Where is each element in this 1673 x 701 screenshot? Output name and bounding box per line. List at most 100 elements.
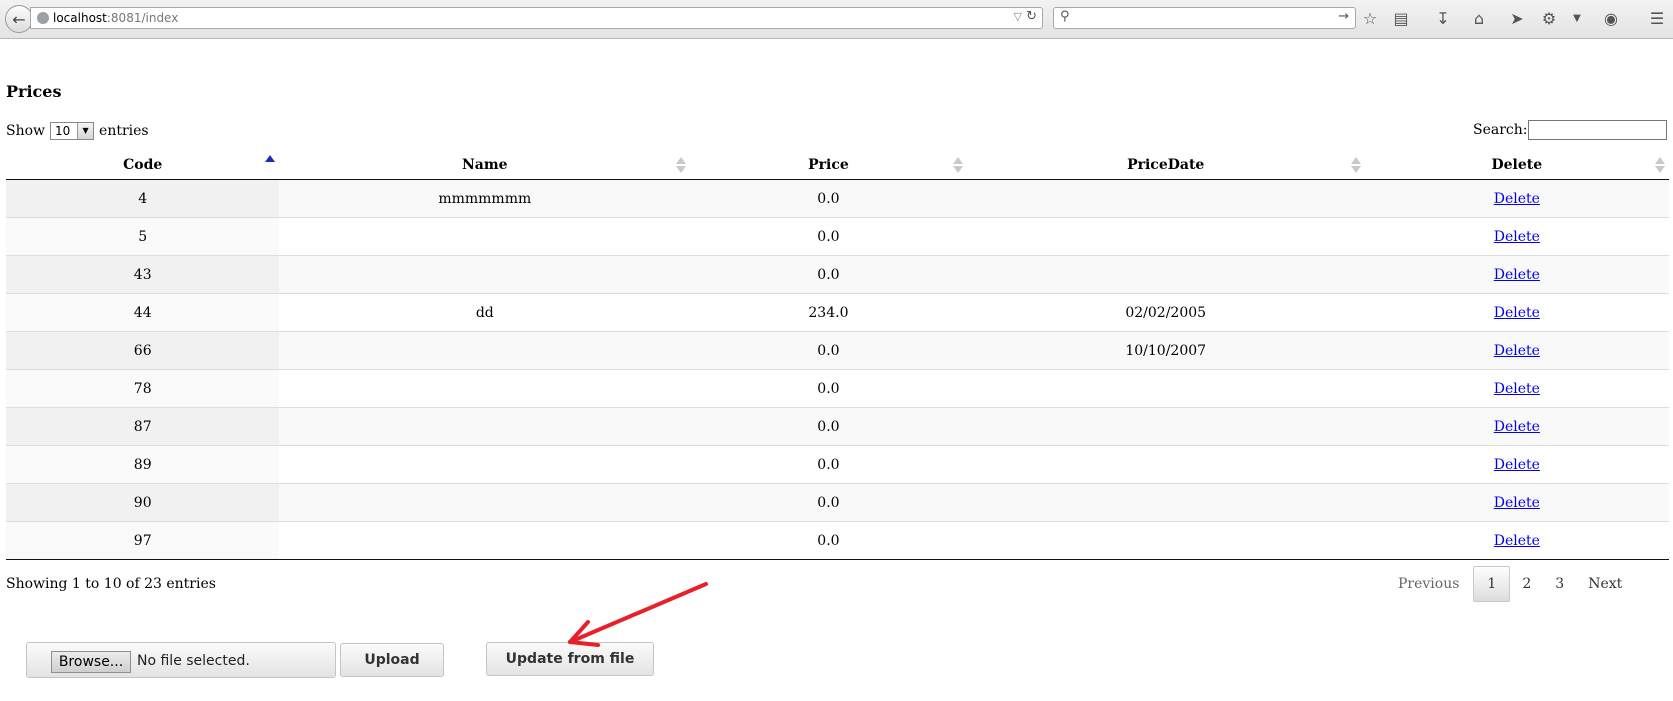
browser-search-bar[interactable]: ⚲ → — [1053, 7, 1356, 29]
cell-delete: Delete — [1364, 407, 1669, 446]
table-info-text: Showing 1 to 10 of 23 entries — [6, 576, 216, 592]
url-host: localhost — [53, 11, 107, 25]
cell-name — [279, 255, 691, 294]
cell-code: 43 — [6, 255, 280, 294]
cell-price: 0.0 — [690, 445, 967, 484]
browse-button[interactable]: Browse... — [51, 651, 131, 673]
table-row: 78 0.0 Delete — [6, 369, 1669, 408]
annotation-arrow-icon — [568, 582, 708, 647]
sort-both-icon — [952, 155, 963, 175]
cell-delete: Delete — [1364, 521, 1669, 560]
cell-price: 0.0 — [690, 331, 967, 370]
cell-code: 44 — [6, 293, 280, 332]
cell-delete: Delete — [1364, 331, 1669, 370]
cell-price: 0.0 — [690, 179, 967, 218]
search-go-arrow-icon[interactable]: → — [1338, 9, 1349, 24]
column-header-name[interactable]: Name — [279, 150, 691, 180]
cell-pricedate — [966, 445, 1365, 484]
back-arrow-icon[interactable]: ← — [5, 5, 33, 33]
table-row: 97 0.0 Delete — [6, 521, 1669, 560]
cell-name — [279, 369, 691, 408]
next-page-button[interactable]: Next — [1576, 567, 1634, 601]
column-header-pricedate[interactable]: PriceDate — [966, 150, 1365, 180]
page-button-2[interactable]: 2 — [1510, 567, 1543, 601]
delete-link[interactable]: Delete — [1494, 305, 1540, 321]
column-header-label: Price — [808, 156, 849, 173]
bookmarks-list-icon[interactable]: ▤ — [1390, 8, 1412, 30]
url-path: :8081/index — [106, 11, 179, 25]
url-bar[interactable]: localhost:8081/index ▽ ↻ — [30, 7, 1043, 29]
sync-status-icon[interactable]: ◉ — [1600, 8, 1622, 30]
cell-name — [279, 407, 691, 446]
cell-delete: Delete — [1364, 483, 1669, 522]
cell-pricedate — [966, 217, 1365, 256]
cell-price: 234.0 — [690, 293, 967, 332]
home-icon[interactable]: ⌂ — [1468, 8, 1490, 30]
delete-link[interactable]: Delete — [1494, 495, 1540, 511]
addon-icon[interactable]: ⚙ — [1538, 8, 1560, 30]
column-header-code[interactable]: Code — [6, 150, 280, 180]
upload-button[interactable]: Upload — [340, 643, 444, 677]
entries-label: entries — [99, 123, 149, 139]
cell-name — [279, 483, 691, 522]
send-arrow-icon[interactable]: ➤ — [1506, 8, 1528, 30]
cell-price: 0.0 — [690, 217, 967, 256]
table-row: 4 mmmmmmm 0.0 Delete — [6, 179, 1669, 218]
delete-link[interactable]: Delete — [1494, 381, 1540, 397]
browser-toolbar: ← localhost:8081/index ▽ ↻ ⚲ → ☆ ▤ ↧ ⌂ ➤… — [0, 0, 1673, 39]
prices-table: Code Name Price PriceDate Delete 4 mmmmm… — [6, 150, 1669, 560]
delete-link[interactable]: Delete — [1494, 457, 1540, 473]
cell-pricedate — [966, 255, 1365, 294]
sort-both-icon — [1655, 155, 1665, 175]
reload-icon[interactable]: ↻ — [1026, 9, 1037, 24]
url-text[interactable]: localhost:8081/index — [53, 11, 178, 25]
page-button-1[interactable]: 1 — [1473, 566, 1511, 602]
page-button-3[interactable]: 3 — [1543, 567, 1576, 601]
chevron-down-icon[interactable]: ▼ — [77, 123, 94, 139]
delete-link[interactable]: Delete — [1494, 419, 1540, 435]
sort-ascending-icon — [265, 155, 276, 175]
show-label: Show — [6, 123, 46, 139]
delete-link[interactable]: Delete — [1494, 229, 1540, 245]
file-status-text: No file selected. — [137, 653, 250, 669]
column-header-delete[interactable]: Delete — [1364, 150, 1669, 180]
table-row: 5 0.0 Delete — [6, 217, 1669, 256]
previous-page-button[interactable]: Previous — [1386, 567, 1473, 601]
delete-link[interactable]: Delete — [1494, 533, 1540, 549]
table-row: 87 0.0 Delete — [6, 407, 1669, 446]
pagination: Previous 1 2 3 Next — [1386, 566, 1634, 602]
page-length-select[interactable]: 10 ▼ — [50, 122, 95, 140]
cell-delete: Delete — [1364, 369, 1669, 408]
cell-name: dd — [279, 293, 691, 332]
column-header-label: Code — [123, 156, 163, 173]
cell-code: 97 — [6, 521, 280, 560]
cell-pricedate — [966, 483, 1365, 522]
cell-delete: Delete — [1364, 293, 1669, 332]
cell-pricedate: 02/02/2005 — [966, 293, 1365, 332]
file-input[interactable]: Browse... No file selected. — [26, 642, 336, 678]
bookmark-star-icon[interactable]: ☆ — [1359, 8, 1381, 30]
delete-link[interactable]: Delete — [1494, 191, 1540, 207]
delete-link[interactable]: Delete — [1494, 267, 1540, 283]
cell-name — [279, 217, 691, 256]
table-row: 66 0.0 10/10/2007 Delete — [6, 331, 1669, 370]
site-identity-icon[interactable] — [37, 12, 49, 24]
page-title: Prices — [6, 82, 62, 101]
cell-pricedate — [966, 369, 1365, 408]
cell-pricedate — [966, 407, 1365, 446]
column-header-label: PriceDate — [1127, 156, 1205, 173]
hamburger-menu-icon[interactable]: ☰ — [1646, 8, 1668, 30]
cell-code: 78 — [6, 369, 280, 408]
page-length-value: 10 — [55, 124, 71, 138]
table-row: 43 0.0 Delete — [6, 255, 1669, 294]
addon-dropdown-icon[interactable]: ▼ — [1566, 8, 1588, 30]
cell-price: 0.0 — [690, 521, 967, 560]
table-search-input[interactable] — [1528, 120, 1667, 140]
cell-delete: Delete — [1364, 179, 1669, 218]
delete-link[interactable]: Delete — [1494, 343, 1540, 359]
column-header-price[interactable]: Price — [690, 150, 967, 180]
table-search-label: Search: — [1473, 122, 1528, 138]
column-header-label: Delete — [1491, 156, 1543, 173]
download-arrow-icon[interactable]: ↧ — [1432, 8, 1454, 30]
url-history-dropdown-icon[interactable]: ▽ — [1014, 10, 1022, 23]
